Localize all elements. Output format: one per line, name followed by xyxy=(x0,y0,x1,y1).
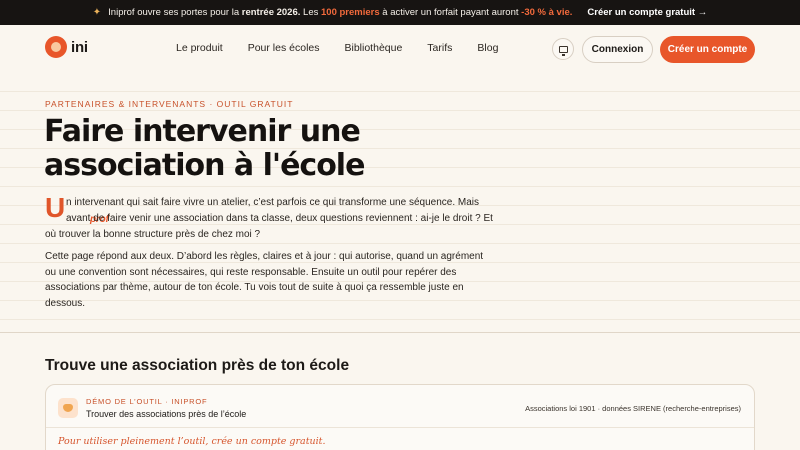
card-eyebrow: DÉMO DE L’OUTIL · INIPROF xyxy=(86,397,208,406)
second-paragraph: Cette page répond aux deux. D’abord les … xyxy=(45,251,484,309)
page-title: Faire intervenir une association à l'éco… xyxy=(44,114,365,183)
fox-logo-icon xyxy=(45,36,67,58)
nav-item-ecoles[interactable]: Pour les écoles xyxy=(248,42,320,54)
hero-eyebrow: PARTENAIRES & INTERVENANTS · OUTIL GRATU… xyxy=(45,99,294,109)
announcement-cta-link[interactable]: Créer un compte gratuit → xyxy=(587,7,707,18)
arrow-right-icon: → xyxy=(697,7,708,18)
logo[interactable]: iniprof xyxy=(45,36,109,226)
tool-section-title: Trouve une association près de ton école xyxy=(45,357,350,374)
main-nav: Le produit Pour les écoles Bibliothèque … xyxy=(176,42,523,54)
card-data-source: Associations loi 1901 · données SIRENE (… xyxy=(525,404,741,413)
tool-demo-card: DÉMO DE L’OUTIL · INIPROF Trouver des as… xyxy=(45,384,755,450)
login-button[interactable]: Connexion xyxy=(582,36,653,63)
signup-hint-link[interactable]: Pour utiliser pleinement l’outil, crée u… xyxy=(58,436,326,447)
card-title: Trouver des associations près de l’école xyxy=(86,409,247,419)
signup-button[interactable]: Créer un compte xyxy=(660,36,755,63)
nav-item-produit[interactable]: Le produit xyxy=(176,42,223,54)
sparkle-icon: ✦ xyxy=(92,7,102,18)
nav-item-blog[interactable]: Blog xyxy=(477,42,498,54)
monitor-icon xyxy=(558,45,568,56)
nav-item-bibliotheque[interactable]: Bibliothèque xyxy=(345,42,403,54)
announcement-text: Iniprof ouvre ses portes pour la rentrée… xyxy=(108,7,573,18)
section-divider xyxy=(0,332,800,333)
handshake-icon xyxy=(58,398,78,418)
display-mode-button[interactable] xyxy=(552,38,574,60)
site-header: iniprof Le produit Pour les écoles Bibli… xyxy=(0,25,800,226)
intro-paragraph: avant de faire venir une association dan… xyxy=(45,213,493,240)
logo-text: iniprof xyxy=(71,38,109,226)
announcement-bar: ✦ Iniprof ouvre ses portes pour la rentr… xyxy=(0,0,800,25)
intro-first-line: n intervenant qui sait faire vivre un at… xyxy=(66,197,479,208)
card-divider xyxy=(46,427,754,428)
hero-section: PARTENAIRES & INTERVENANTS · OUTIL GRATU… xyxy=(0,73,800,333)
nav-item-tarifs[interactable]: Tarifs xyxy=(427,42,452,54)
